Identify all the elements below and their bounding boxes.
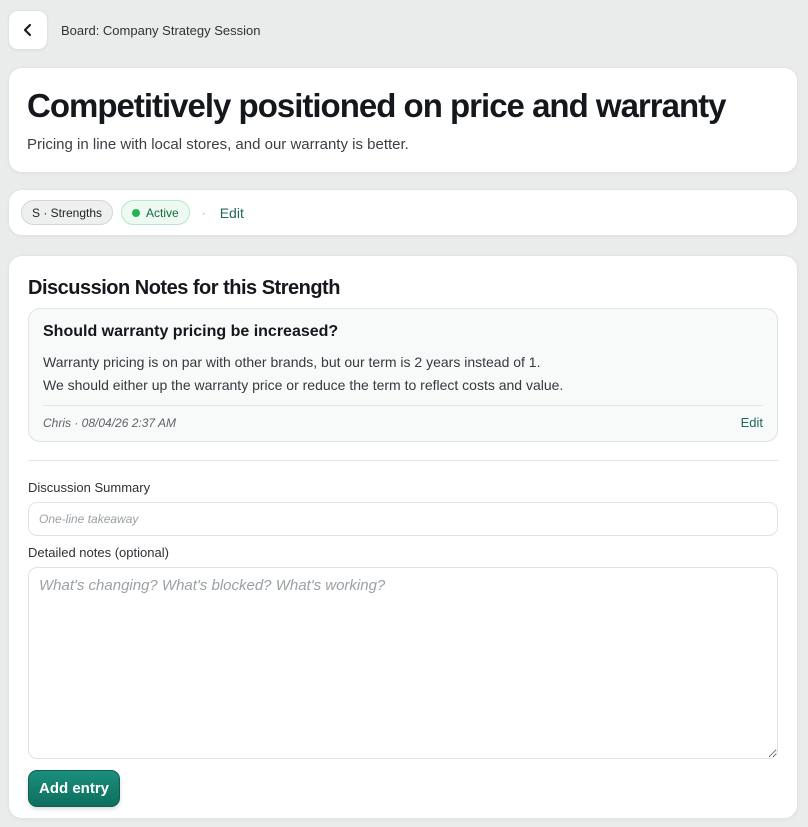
page-title: Competitively positioned on price and wa… — [27, 87, 726, 124]
item-meta-bar: S · Strengths Active · Edit — [8, 189, 798, 236]
note-author-timestamp: Chris · 08/04/26 2:37 AM — [43, 415, 176, 430]
details-label: Detailed notes (optional) — [28, 545, 169, 560]
note-line: Warranty pricing is on par with other br… — [43, 354, 541, 370]
item-description: Pricing in line with local stores, and o… — [27, 136, 409, 153]
item-header-card: Competitively positioned on price and wa… — [8, 67, 798, 173]
note-footer: Chris · 08/04/26 2:37 AM Edit — [43, 405, 763, 439]
add-entry-button[interactable]: Add entry — [28, 770, 121, 807]
note-body: Warranty pricing is on par with other br… — [43, 351, 763, 397]
category-badge: S · Strengths — [21, 200, 114, 225]
back-button[interactable] — [8, 10, 48, 50]
top-bar: Board: Company Strategy Session — [8, 10, 260, 50]
edit-note-link[interactable]: Edit — [741, 415, 763, 430]
chevron-left-icon — [23, 23, 32, 37]
note-entry: Should warranty pricing be increased? Wa… — [28, 308, 778, 442]
status-badge: Active — [121, 200, 190, 225]
divider — [28, 460, 778, 461]
status-dot-icon — [132, 208, 141, 217]
notes-heading: Discussion Notes for this Strength — [28, 277, 340, 299]
summary-label: Discussion Summary — [28, 480, 151, 495]
breadcrumb: Board: Company Strategy Session — [61, 22, 261, 38]
status-label: Active — [146, 205, 179, 220]
edit-item-link[interactable]: Edit — [220, 205, 244, 221]
note-line: We should either up the warranty price o… — [43, 377, 564, 393]
summary-input[interactable] — [28, 502, 778, 536]
discussion-notes-card: Discussion Notes for this Strength Shoul… — [8, 255, 798, 819]
details-textarea[interactable] — [28, 567, 778, 759]
separator: · — [201, 205, 206, 220]
note-title: Should warranty pricing be increased? — [43, 323, 339, 340]
